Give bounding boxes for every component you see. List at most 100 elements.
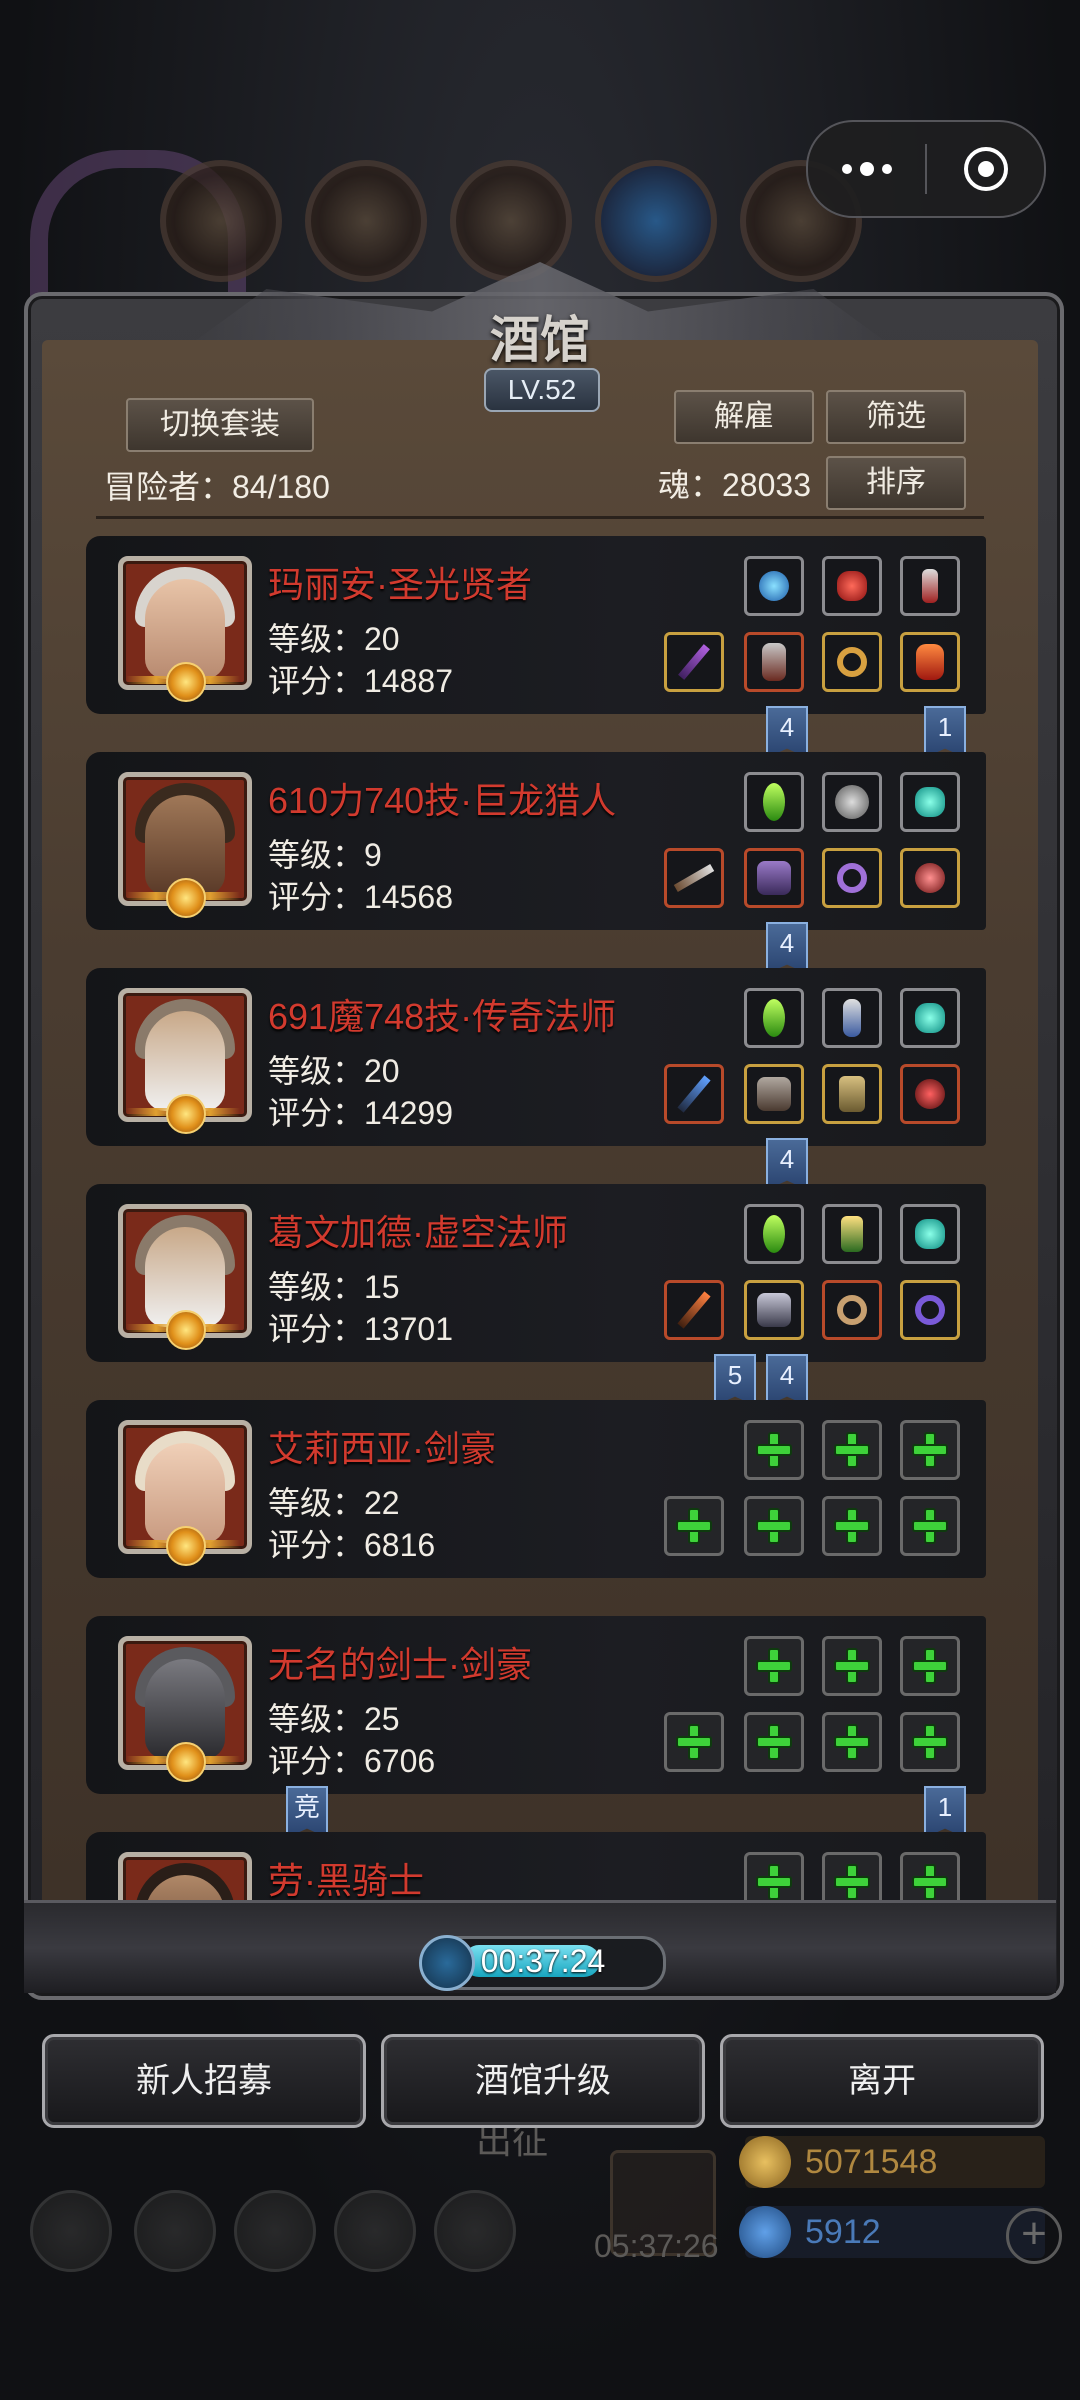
potion-icon bbox=[843, 999, 861, 1037]
hero-card[interactable]: 691魔748技·传奇法师 等级：20 评分：14299 bbox=[86, 968, 986, 1146]
empty-slot[interactable] bbox=[822, 1712, 882, 1772]
settings-icon bbox=[30, 2190, 112, 2272]
add-equipment-icon bbox=[756, 1432, 792, 1468]
header-divider bbox=[96, 516, 984, 519]
hero-card[interactable]: 艾莉西亚·剑豪 等级：22 评分：6816 bbox=[86, 1400, 986, 1578]
empty-slot[interactable] bbox=[744, 1712, 804, 1772]
empty-slot[interactable] bbox=[744, 1496, 804, 1556]
staff-icon bbox=[677, 1291, 711, 1329]
panel-title: 酒馆 bbox=[490, 310, 590, 369]
hero-list[interactable]: 玛丽安·圣光贤者 等级：20 评分：14887 4 1 610力740技·巨龙猎… bbox=[86, 536, 986, 1911]
empty-slot[interactable] bbox=[664, 1496, 724, 1556]
weapon-slot[interactable] bbox=[664, 1064, 724, 1124]
green-crystal-icon bbox=[763, 1215, 785, 1253]
hero-level: 等级：9 bbox=[268, 837, 382, 873]
equip-slot[interactable] bbox=[900, 988, 960, 1048]
rifle-icon bbox=[673, 864, 715, 892]
accessory-slot[interactable] bbox=[900, 1064, 960, 1124]
hero-name: 劳·黑骑士 bbox=[268, 1860, 424, 1901]
book-icon bbox=[234, 2190, 316, 2272]
equip-slot[interactable] bbox=[744, 988, 804, 1048]
shop-icon bbox=[434, 2190, 516, 2272]
equip-slot[interactable] bbox=[822, 1204, 882, 1264]
hero-badge: 1 bbox=[924, 1786, 966, 1838]
hero-card[interactable]: 葛文加德·虚空法师 等级：15 评分：13701 bbox=[86, 1184, 986, 1362]
rank-emblem-icon bbox=[126, 878, 240, 918]
empty-slot[interactable] bbox=[900, 1420, 960, 1480]
gold-value: 5071548 bbox=[805, 2142, 938, 2181]
soul-count: 魂：28033 bbox=[658, 467, 811, 503]
wood-icon bbox=[305, 160, 427, 282]
armor-icon bbox=[757, 1293, 791, 1327]
add-equipment-icon bbox=[756, 1508, 792, 1544]
add-equipment-icon bbox=[756, 1648, 792, 1684]
filter-button[interactable]: 筛选 bbox=[826, 390, 966, 444]
hero-card[interactable]: 610力740技·巨龙猎人 等级：9 评分：14568 bbox=[86, 752, 986, 930]
equip-slot[interactable] bbox=[822, 988, 882, 1048]
glove-slot[interactable] bbox=[822, 1064, 882, 1124]
armor-slot[interactable] bbox=[744, 632, 804, 692]
accessory-slot[interactable] bbox=[900, 848, 960, 908]
gold-resource: 5071548 bbox=[739, 2136, 1045, 2188]
empty-slot[interactable] bbox=[822, 1420, 882, 1480]
accessory-slot[interactable] bbox=[900, 632, 960, 692]
weapon-slot[interactable] bbox=[664, 632, 724, 692]
sort-button[interactable]: 排序 bbox=[826, 456, 966, 510]
miniprogram-capsule bbox=[806, 120, 1046, 218]
ring-slot[interactable] bbox=[822, 848, 882, 908]
teal-gem-icon bbox=[915, 787, 945, 817]
dismiss-button[interactable]: 解雇 bbox=[674, 390, 814, 444]
ring-icon bbox=[837, 863, 867, 893]
empty-slot[interactable] bbox=[822, 1636, 882, 1696]
switch-set-button[interactable]: 切换套装 bbox=[126, 398, 314, 452]
equip-slot[interactable] bbox=[744, 772, 804, 832]
weapon-slot[interactable] bbox=[664, 1280, 724, 1340]
equip-slot[interactable] bbox=[744, 1204, 804, 1264]
crystal-icon bbox=[595, 160, 717, 282]
ring-icon bbox=[837, 647, 867, 677]
add-equipment-icon bbox=[912, 1508, 948, 1544]
tavern-upgrade-button[interactable]: 酒馆升级 bbox=[381, 2034, 705, 2128]
potion-icon bbox=[922, 569, 938, 603]
leave-button[interactable]: 离开 bbox=[720, 2034, 1044, 2128]
armor-icon bbox=[160, 160, 282, 282]
star-icon bbox=[134, 2190, 216, 2272]
empty-slot[interactable] bbox=[900, 1712, 960, 1772]
lantern-icon bbox=[841, 1216, 863, 1252]
armor-slot[interactable] bbox=[744, 1280, 804, 1340]
empty-slot[interactable] bbox=[900, 1496, 960, 1556]
recruit-button[interactable]: 新人招募 bbox=[42, 2034, 366, 2128]
armor-slot[interactable] bbox=[744, 1064, 804, 1124]
equip-slot[interactable] bbox=[900, 556, 960, 616]
equip-slot[interactable] bbox=[822, 556, 882, 616]
target-icon bbox=[963, 147, 1008, 191]
ring-icon bbox=[837, 1295, 867, 1325]
rank-emblem-icon bbox=[126, 1094, 240, 1134]
equip-slot[interactable] bbox=[900, 1204, 960, 1264]
rank-emblem-icon bbox=[126, 1526, 240, 1566]
armor-slot[interactable] bbox=[744, 848, 804, 908]
hero-score: 评分：14887 bbox=[268, 663, 453, 699]
empty-slot[interactable] bbox=[744, 1636, 804, 1696]
equip-slot[interactable] bbox=[744, 556, 804, 616]
more-menu-button[interactable] bbox=[808, 122, 925, 216]
empty-slot[interactable] bbox=[664, 1712, 724, 1772]
equip-slot[interactable] bbox=[900, 772, 960, 832]
add-equipment-icon bbox=[834, 1724, 870, 1760]
hero-card[interactable]: 无名的剑士·剑豪 等级：25 评分：6706 bbox=[86, 1616, 986, 1794]
gem-value: 5912 bbox=[805, 2212, 881, 2251]
gem-icon bbox=[739, 2206, 791, 2258]
weapon-slot[interactable] bbox=[664, 848, 724, 908]
empty-slot[interactable] bbox=[900, 1636, 960, 1696]
ring-slot[interactable] bbox=[900, 1280, 960, 1340]
empty-slot[interactable] bbox=[822, 1496, 882, 1556]
hero-card[interactable]: 玛丽安·圣光贤者 等级：20 评分：14887 bbox=[86, 536, 986, 714]
eye-gem-icon bbox=[915, 1079, 945, 1109]
ring-slot[interactable] bbox=[822, 632, 882, 692]
close-miniprogram-button[interactable] bbox=[927, 122, 1044, 216]
empty-slot[interactable] bbox=[744, 1420, 804, 1480]
hero-score: 评分：14299 bbox=[268, 1095, 453, 1131]
ring-slot[interactable] bbox=[822, 1280, 882, 1340]
hero-name: 无名的剑士·剑豪 bbox=[268, 1644, 532, 1685]
equip-slot[interactable] bbox=[822, 772, 882, 832]
